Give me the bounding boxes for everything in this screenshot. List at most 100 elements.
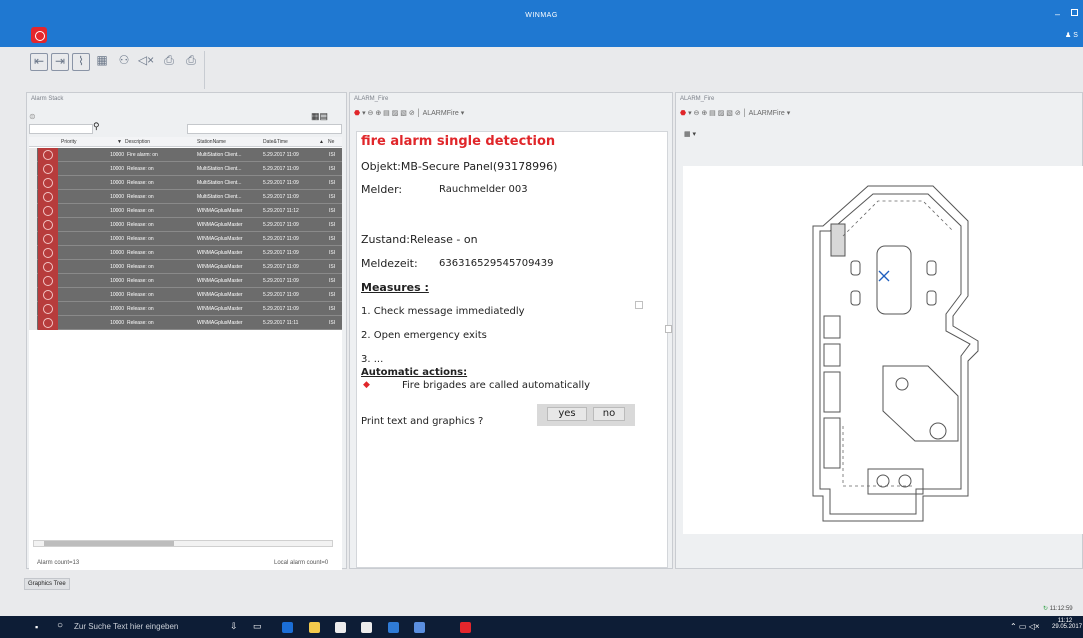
alarm-icon[interactable]: ⬣ — [354, 110, 360, 117]
column-priority[interactable]: Priority — [61, 139, 77, 145]
search-circle-icon[interactable]: ○ — [57, 620, 63, 631]
panel-title: ALARM_Fire — [680, 96, 715, 102]
floor-plan-drawing — [812, 185, 979, 522]
layout-dropdown[interactable]: ALARMFire — [423, 110, 459, 117]
store-icon[interactable] — [335, 622, 346, 633]
start-icon[interactable]: ▪ — [35, 622, 38, 632]
table-row[interactable]: 10000 Release: on MultiStation Client... 5.… — [29, 190, 342, 204]
cell-datetime: 5.29.2017 11:09 — [263, 180, 299, 186]
status-clock-text: 11:12:59 — [1049, 606, 1073, 612]
grid-icon[interactable]: ▦ — [93, 53, 111, 71]
cell-station: MultiStation Client... — [197, 194, 242, 200]
table-row[interactable]: 10000 Release: on WINMAGplusMaster 5.29.201… — [29, 316, 342, 330]
cell-datetime: 5.29.2017 11:11 — [263, 320, 299, 326]
row-indicator — [29, 246, 37, 260]
horizontal-scrollbar[interactable] — [33, 540, 333, 547]
graphics-tree-tab[interactable]: Graphics Tree — [24, 578, 70, 590]
cell-station: WINMAGplusMaster — [197, 222, 243, 228]
cell-datetime: 5.29.2017 11:09 — [263, 264, 299, 270]
table-row[interactable]: 10000 Release: on WINMAGplusMaster 5.29.201… — [29, 274, 342, 288]
splitter-handle[interactable] — [665, 325, 672, 333]
edge-icon[interactable] — [282, 622, 293, 633]
user-label: ♟ S — [1065, 32, 1078, 39]
row-indicator — [29, 162, 37, 176]
print-icon[interactable]: ⎙ — [160, 53, 178, 71]
cell-ne: ISI — [329, 208, 336, 214]
cell-ne: ISI — [329, 152, 336, 158]
alarm-icon[interactable]: ⬣ — [680, 110, 686, 117]
zustand-line: Zustand:Release - on — [361, 233, 478, 246]
measure-checkbox[interactable] — [635, 301, 643, 309]
cell-datetime: 5.29.2017 11:09 — [263, 278, 299, 284]
table-row[interactable]: 10000 Release: on WINMAGplusMaster 5.29.201… — [29, 232, 342, 246]
mic-icon[interactable]: ⇩ — [230, 621, 238, 632]
maximize-button[interactable] — [1071, 9, 1078, 16]
minimize-button[interactable]: – — [1055, 9, 1060, 19]
row-indicator — [29, 190, 37, 204]
column-description[interactable]: Description — [125, 139, 150, 145]
yes-button[interactable]: yes — [547, 407, 587, 421]
taskbar-search[interactable]: Zur Suche Text hier eingeben — [74, 622, 178, 631]
chart-icon[interactable]: ⌇ — [72, 53, 90, 71]
table-row[interactable]: 10000 Release: on MultiStation Client... 5.… — [29, 176, 342, 190]
cell-ne: ISI — [329, 180, 336, 186]
table-row[interactable]: 10000 Release: on WINMAGplusMaster 5.29.201… — [29, 288, 342, 302]
view-toggle-icon[interactable]: ▦▤ — [311, 111, 328, 122]
table-row[interactable]: 10000 Release: on WINMAGplusMaster 5.29.201… — [29, 204, 342, 218]
table-row[interactable]: 10000 Release: on WINMAGplusMaster 5.29.201… — [29, 218, 342, 232]
alarm-row-icon — [38, 190, 58, 204]
alarm-row-icon — [38, 302, 58, 316]
cell-description: Fire alarm: on — [127, 152, 158, 158]
explorer-icon[interactable] — [309, 622, 320, 633]
automatic-action-item: Fire brigades are called automatically — [402, 380, 591, 391]
user-name: S — [1073, 32, 1078, 39]
tray-icons[interactable]: ⌃ ▭ ◁× — [1010, 622, 1040, 631]
search-input[interactable] — [29, 124, 93, 134]
row-indicator — [29, 218, 37, 232]
cell-station: WINMAGplusMaster — [197, 292, 243, 298]
table-row[interactable]: 10000 Release: on WINMAGplusMaster 5.29.201… — [29, 246, 342, 260]
back-icon[interactable]: ⇤ — [30, 53, 48, 71]
people-icon[interactable]: ⚇ — [115, 53, 133, 71]
table-row[interactable]: 10000 Fire alarm: on MultiStation Client..… — [29, 148, 342, 162]
map-view-icon[interactable]: ▦ ▾ — [684, 130, 696, 138]
winmag-taskbar-icon[interactable] — [460, 622, 471, 633]
cell-datetime: 5.29.2017 11:09 — [263, 306, 299, 312]
forward-icon[interactable]: ⇥ — [51, 53, 69, 71]
alarm-stack-panel: Alarm Stack ⊜ ⚲ ▦▤ Priority ▼ Descriptio… — [26, 92, 347, 577]
row-indicator — [29, 148, 37, 162]
print-all-icon[interactable]: ⎙ — [182, 53, 200, 71]
search-icon[interactable]: ⚲ — [93, 121, 100, 132]
app-icon[interactable] — [388, 622, 399, 633]
mute-icon[interactable]: ◁× — [137, 53, 155, 71]
panel-toolbar: ⬣ ▾ ⊖ ⊕ ▤ ▨ ▧ ⊘ │ ALARMFire ▾ — [354, 110, 465, 117]
column-station[interactable]: StationName — [197, 139, 226, 145]
cell-ne: ISI — [329, 194, 336, 200]
sort-down-icon: ▼ — [117, 139, 122, 145]
cell-priority: 10000 — [110, 292, 124, 298]
meldezeit-label: Meldezeit: — [361, 257, 418, 270]
floor-plan[interactable] — [683, 166, 1083, 534]
alarm-row-icon — [38, 232, 58, 246]
no-button[interactable]: no — [593, 407, 625, 421]
app-logo-icon[interactable] — [31, 27, 47, 43]
filter-input[interactable] — [187, 124, 342, 134]
mail-icon[interactable] — [361, 622, 372, 633]
security-icon[interactable] — [414, 622, 425, 633]
column-ne[interactable]: Ne — [328, 139, 334, 145]
cell-ne: ISI — [329, 264, 336, 270]
alarm-row-icon — [38, 288, 58, 302]
taskbar-clock[interactable]: 11:12 29.05.2017 — [1052, 618, 1082, 630]
task-view-icon[interactable]: ▭ — [253, 621, 262, 632]
table-row[interactable]: 10000 Release: on WINMAGplusMaster 5.29.201… — [29, 302, 342, 316]
alarm-row-icon — [38, 316, 58, 330]
cell-ne: ISI — [329, 306, 336, 312]
layout-dropdown[interactable]: ALARMFire — [749, 110, 785, 117]
filter-icon[interactable]: ⊜ — [29, 112, 36, 121]
row-indicator — [29, 316, 37, 330]
scrollbar-thumb[interactable] — [44, 541, 174, 546]
column-datetime[interactable]: Date&Time — [263, 139, 288, 145]
table-row[interactable]: 10000 Release: on MultiStation Client... 5.… — [29, 162, 342, 176]
sort-up-icon: ▲ — [319, 139, 324, 145]
table-row[interactable]: 10000 Release: on WINMAGplusMaster 5.29.201… — [29, 260, 342, 274]
